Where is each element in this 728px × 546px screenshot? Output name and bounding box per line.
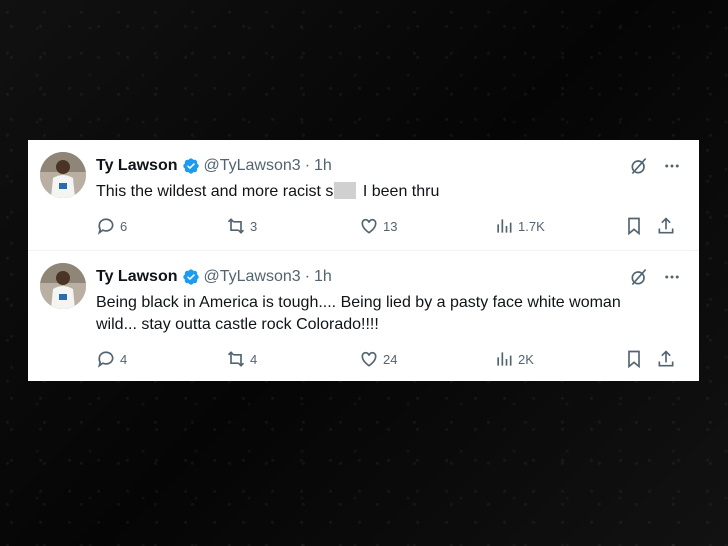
views-icon [497,352,512,366]
tweet-text-line: wild... stay outta castle rock Colorado!… [96,316,379,333]
repost-button[interactable]: 3 [226,215,257,237]
tweet-text-part: I been thru [358,183,440,200]
action-bar: 4 4 24 2K [96,348,687,370]
like-icon [361,218,377,234]
reply-icon [97,218,114,235]
repost-count: 3 [250,218,258,234]
views-icon [497,219,512,233]
like-button[interactable]: 24 [359,348,397,370]
timestamp[interactable]: 1h [314,268,332,286]
verified-badge-icon [182,269,199,285]
author-name[interactable]: Ty Lawson [96,268,178,286]
share-icon [658,350,674,367]
author-name[interactable]: Ty Lawson [96,157,178,175]
bookmark-button[interactable] [624,215,644,237]
verified-badge-icon [182,158,199,174]
repost-icon [227,218,245,234]
views-count: 1.7K [518,218,545,234]
tweet[interactable]: Ty Lawson @TyLawson3 · 1h This the wilde… [28,140,699,251]
grok-icon[interactable] [629,156,649,176]
bookmark-button[interactable] [624,348,644,370]
action-bar: 6 3 13 1.7K [96,215,687,237]
share-button[interactable] [656,215,676,237]
more-icon[interactable] [663,157,681,175]
repost-button[interactable]: 4 [226,348,257,370]
views-count: 2K [518,351,534,367]
repost-count: 4 [250,351,258,367]
tweet-text-line: Being black in America is tough.... Bein… [96,294,621,311]
timestamp[interactable]: 1h [314,157,332,175]
separator: · [304,268,311,285]
reply-button[interactable]: 6 [96,215,127,237]
share-icon [658,217,674,234]
bookmark-icon [628,217,640,236]
tweet-text: Being black in America is tough.... Bein… [96,292,686,336]
avatar[interactable] [40,152,86,198]
author-handle[interactable]: @TyLawson3 [204,157,301,175]
separator: · [304,157,311,174]
views-button[interactable]: 1.7K [494,215,545,237]
more-icon[interactable] [663,268,681,286]
grok-icon[interactable] [629,267,649,287]
reply-count: 4 [120,351,128,367]
repost-icon [227,351,245,367]
tweet[interactable]: Ty Lawson @TyLawson3 · 1h Being black in… [28,251,699,381]
like-icon [361,351,377,367]
share-button[interactable] [656,348,676,370]
reply-count: 6 [120,218,128,234]
like-button[interactable]: 13 [359,215,397,237]
redaction-block [334,182,357,199]
tweet-text: This the wildest and more racist s I bee… [96,181,686,203]
tweet-text-part: This the wildest and more racist s [96,183,334,200]
reply-button[interactable]: 4 [96,348,127,370]
reply-icon [97,351,114,368]
views-button[interactable]: 2K [494,348,534,370]
author-handle[interactable]: @TyLawson3 [204,268,301,286]
like-count: 24 [383,351,398,367]
bookmark-icon [628,350,640,369]
like-count: 13 [383,218,398,234]
tweets-card: Ty Lawson @TyLawson3 · 1h This the wilde… [28,140,699,381]
avatar[interactable] [40,263,86,309]
